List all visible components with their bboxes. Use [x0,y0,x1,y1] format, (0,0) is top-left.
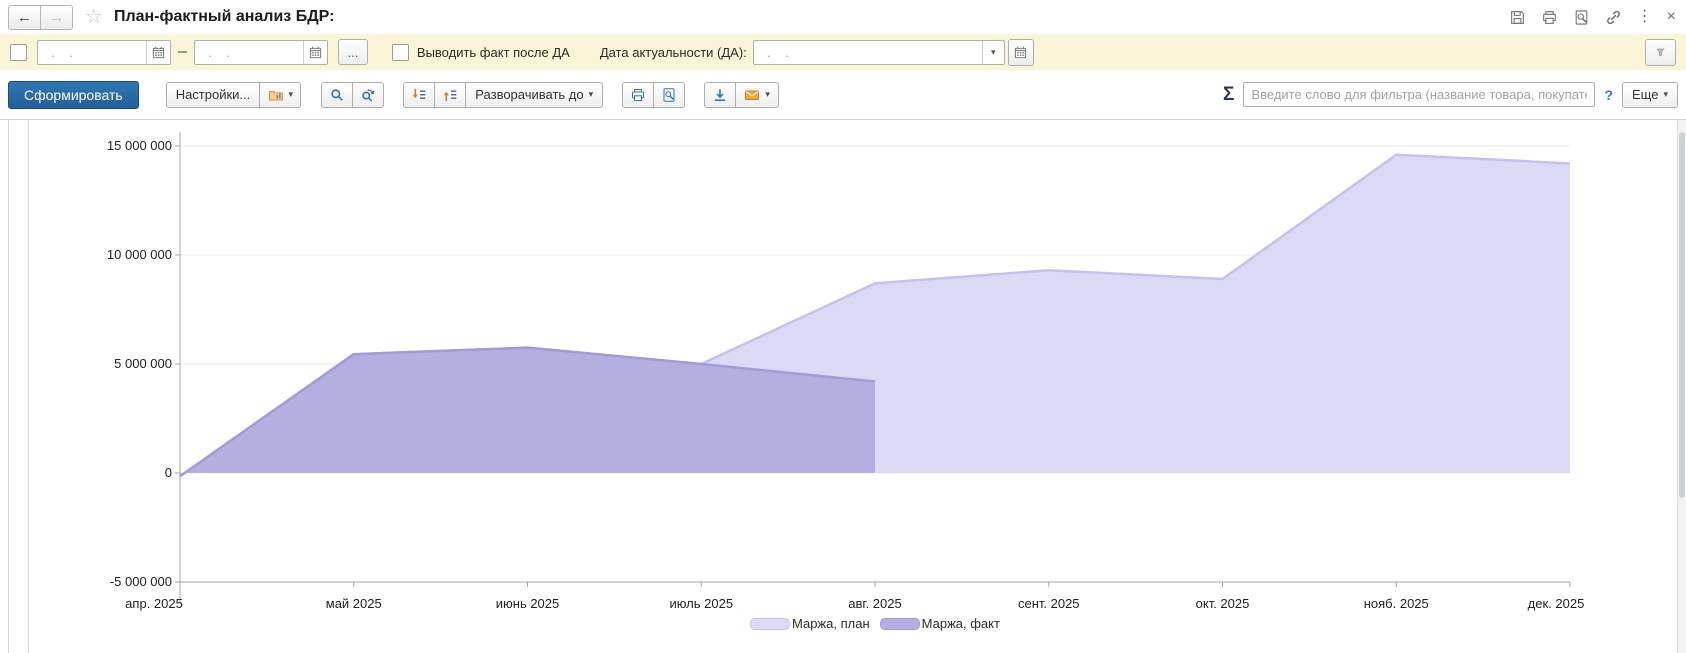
scrollbar-thumb[interactable] [1679,132,1685,498]
show-fact-after-da-label: Выводить факт после ДА [417,45,570,60]
save-icon[interactable] [1509,8,1527,26]
expand-to-button[interactable]: Разворачивать до ▾ [465,82,603,108]
page-title: План-фактный анализ БДР: [114,8,334,26]
find-button[interactable] [321,82,353,108]
date-to-input[interactable] [195,41,303,64]
forward-button[interactable]: → [40,5,73,30]
get-link-icon[interactable] [1605,8,1623,26]
chevron-down-icon: ▾ [589,89,594,100]
save-to-file-button[interactable] [704,82,736,108]
date-from-calendar-button[interactable] [146,41,170,64]
toolbar-right: Σ ? Еще ▾ [1223,82,1678,108]
search-group [321,82,384,108]
cancel-search-button[interactable] [352,82,384,108]
chart-legend: Маржа, план Маржа, факт [180,616,1570,631]
autosum-icon[interactable]: Σ [1223,84,1234,106]
back-button[interactable]: ← [8,5,41,30]
more-label: Еще [1632,87,1658,102]
actual-date-field: ▾ [753,40,1005,65]
send-by-email-button[interactable]: ▾ [735,82,779,108]
chevron-down-icon: ▾ [765,89,770,100]
actual-date-label: Дата актуальности (ДА): [600,45,747,60]
y-axis-label: 15 000 000 [0,138,172,154]
print-report-button[interactable] [622,82,654,108]
vertical-scrollbar[interactable] [1677,120,1686,653]
help-button[interactable]: ? [1604,87,1613,103]
window-header: ← → ☆ План-фактный анализ БДР: ⋮ × [0,0,1686,34]
legend-item-plan: Маржа, план [750,616,870,631]
settings-group: Настройки... ▾ [166,82,302,108]
more-menu-icon[interactable]: ⋮ [1637,9,1653,25]
quick-filter-button[interactable] [1645,39,1676,66]
x-axis-label: сент. 2025 [1018,596,1080,611]
legend-label-fact: Маржа, факт [922,616,1000,631]
date-to-field [194,40,328,65]
x-axis-label: нояб. 2025 [1364,596,1429,611]
y-axis-label: -5 000 000 [0,574,172,590]
y-axis-label: 10 000 000 [0,247,172,263]
preview-report-button[interactable] [653,82,685,108]
date-from-field [37,40,171,65]
legend-swatch-fact [880,618,920,630]
report-area: 15 000 000 10 000 000 5 000 000 0 -5 000 000… [0,120,1686,653]
export-group: ▾ [704,82,779,108]
legend-item-fact: Маржа, факт [880,616,1000,631]
quick-search-input[interactable] [1243,82,1595,107]
nav-history-group: ← → [8,5,73,30]
y-axis-label: 5 000 000 [0,356,172,372]
header-actions: ⋮ × [1509,8,1676,26]
print-icon[interactable] [1541,8,1559,26]
expand-levels-button[interactable] [403,82,435,108]
x-axis-label: апр. 2025 [125,596,183,611]
chevron-down-icon: ▾ [1663,89,1668,100]
choose-period-button[interactable]: ... [338,39,368,65]
x-axis-label: июль 2025 [669,596,733,611]
report-variants-button[interactable]: ▾ [259,82,301,108]
legend-swatch-plan [750,618,790,630]
filter-bar: – ... Выводить факт после ДА Дата актуал… [0,34,1686,70]
expand-to-label: Разворачивать до [475,87,583,102]
legend-label-plan: Маржа, план [792,616,870,631]
chevron-down-icon: ▾ [289,89,294,100]
actual-date-calendar-button[interactable] [1008,39,1034,66]
generate-report-button[interactable]: Сформировать [8,81,139,109]
expand-group: Разворачивать до ▾ [403,82,603,108]
actual-date-input[interactable] [754,41,982,64]
favorite-star-icon[interactable]: ☆ [85,7,103,27]
date-from-input[interactable] [38,41,146,64]
print-group [622,82,685,108]
more-button[interactable]: Еще ▾ [1622,82,1678,108]
collapse-levels-button[interactable] [434,82,466,108]
close-icon[interactable]: × [1667,9,1676,25]
actual-date-dropdown-button[interactable]: ▾ [982,41,1004,64]
date-range-separator: – [178,43,187,61]
y-axis-label: 0 [0,465,172,481]
report-toolbar: Сформировать Настройки... ▾ Разворачиват… [0,70,1686,120]
show-fact-after-da-checkbox[interactable] [392,44,409,61]
print-preview-icon[interactable] [1573,8,1591,26]
settings-button[interactable]: Настройки... [166,82,261,108]
x-axis-label: май 2025 [326,596,382,611]
x-axis-label: авг. 2025 [848,596,901,611]
x-axis-label: дек. 2025 [1528,596,1585,611]
x-axis-label: июнь 2025 [496,596,560,611]
area-chart [0,120,1686,653]
x-axis-label: окт. 2025 [1196,596,1250,611]
period-checkbox[interactable] [10,44,27,61]
date-to-calendar-button[interactable] [303,41,327,64]
